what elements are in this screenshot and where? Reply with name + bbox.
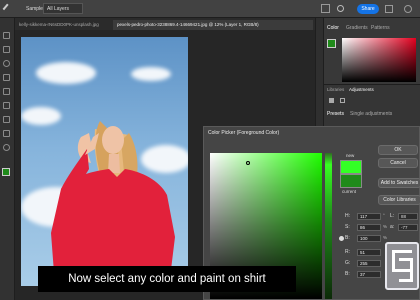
new-color-swatch [340, 160, 362, 174]
brightness-unit: % [383, 235, 388, 240]
tab-presets[interactable]: Presets [327, 111, 344, 117]
green-label: G: [345, 260, 351, 266]
blue-label: B: [345, 271, 350, 277]
ok-button[interactable]: OK [378, 145, 418, 155]
new-label: new [346, 153, 355, 158]
dialog-title: Color Picker (Foreground Color) [208, 130, 280, 136]
tab-single-adjustments[interactable]: Single adjustments [350, 111, 392, 117]
brightness-label: B: [345, 235, 350, 241]
hue-field[interactable]: 117 [357, 213, 381, 220]
tab-document-2[interactable]: pexels-pedro-photo-3238869.4-14669421.jp… [113, 20, 313, 30]
document-photo[interactable] [21, 37, 188, 286]
adjustment-icon[interactable] [329, 98, 334, 103]
tab-gradients[interactable]: Gradients [346, 25, 368, 31]
video-subtitle: Now select any color and paint on shirt [38, 266, 296, 292]
red-label: R: [345, 249, 350, 255]
sample-select[interactable]: All Layers [43, 3, 83, 14]
brush-tool-icon[interactable] [3, 88, 10, 95]
lab-a-field[interactable]: -77 [398, 224, 418, 231]
sample-label: Sample: [26, 6, 45, 12]
lab-a-label: a: [390, 224, 395, 230]
hue-slider[interactable] [325, 153, 332, 299]
move-tool-icon[interactable] [3, 32, 10, 39]
document-tabs: kelly-sikkema-rN6sDD0PK-unsplash.jpg pex… [15, 18, 315, 30]
marquee-tool-icon[interactable] [3, 46, 10, 53]
saturation-unit: % [383, 224, 388, 229]
panel-color-field[interactable] [342, 38, 416, 82]
tab-document-1[interactable]: kelly-sikkema-rN6sDD0PK-unsplash.jpg [15, 20, 112, 30]
home-icon[interactable] [321, 4, 330, 13]
hue-unit: ° [383, 213, 385, 218]
brightness-radio[interactable] [339, 236, 344, 241]
tab-color[interactable]: Color [327, 25, 339, 31]
color-cursor[interactable] [246, 161, 250, 165]
workspace-icon[interactable] [385, 5, 393, 13]
crop-tool-icon[interactable] [3, 74, 10, 81]
channel-logo [385, 242, 419, 290]
saturation-field[interactable]: 86 [357, 224, 381, 231]
cancel-button[interactable]: Cancel [378, 158, 418, 168]
tab-patterns[interactable]: Patterns [371, 25, 390, 31]
color-panel: Color Gradients Patterns [323, 18, 420, 84]
tools-panel [0, 18, 15, 300]
tab-adjustments[interactable]: Adjustments [349, 87, 374, 92]
red-field[interactable]: 51 [357, 249, 381, 256]
zoom-tool-icon[interactable] [3, 144, 10, 151]
options-bar: Sample: All Layers Share [0, 0, 420, 18]
share-button[interactable]: Share [357, 4, 379, 14]
search-icon[interactable] [337, 5, 344, 12]
green-field[interactable]: 255 [357, 260, 381, 267]
blue-field[interactable]: 37 [357, 271, 381, 278]
hue-label: H: [345, 213, 350, 219]
current-color-swatch[interactable] [340, 174, 362, 188]
hand-tool-icon[interactable] [3, 130, 10, 137]
color-libraries-button[interactable]: Color Libraries [378, 195, 420, 205]
brightness-field[interactable]: 100 [357, 235, 381, 242]
lab-l-field[interactable]: 88 [398, 213, 418, 220]
add-to-swatches-button[interactable]: Add to Swatches [378, 178, 420, 188]
settings-icon[interactable] [404, 5, 412, 13]
panel-foreground-swatch[interactable] [327, 39, 336, 48]
eyedropper-tool-icon[interactable] [2, 3, 13, 14]
current-label: current [342, 189, 357, 194]
eraser-tool-icon[interactable] [3, 102, 10, 109]
saturation-label: S: [345, 224, 350, 230]
foreground-color-swatch[interactable] [2, 168, 10, 176]
lab-l-label: L: [390, 213, 395, 219]
type-tool-icon[interactable] [3, 116, 10, 123]
lasso-tool-icon[interactable] [3, 60, 10, 67]
tab-libraries[interactable]: Libraries [327, 87, 344, 92]
adjustment-icon[interactable] [340, 98, 345, 103]
